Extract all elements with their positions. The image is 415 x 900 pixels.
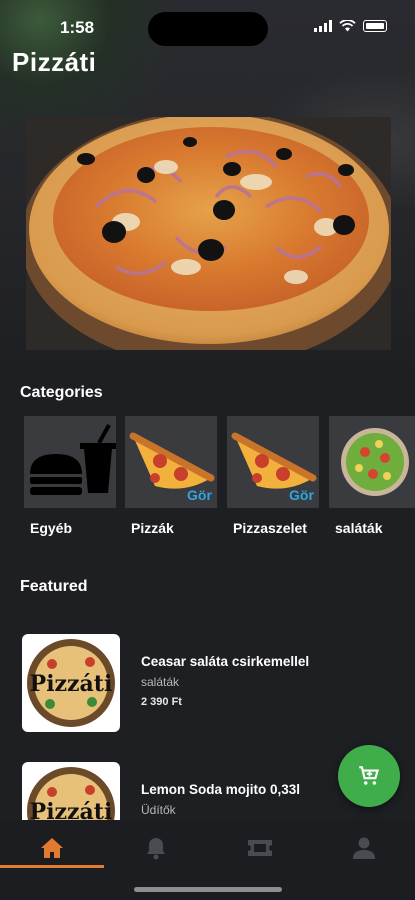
item-category: Üdítők (141, 803, 176, 817)
bottom-tab-bar (0, 820, 415, 900)
logo-text: Pizzáti (30, 671, 113, 697)
signal-icon (314, 20, 332, 32)
featured-item[interactable]: Pizzáti Ceasar saláta csirkemellel salát… (22, 634, 392, 734)
categories-heading: Categories (20, 384, 103, 401)
category-label: Pizzaszelet (233, 520, 307, 536)
tab-home[interactable] (0, 828, 104, 868)
category-tile[interactable] (24, 416, 116, 508)
pizza-slice-icon: Gör (231, 432, 317, 503)
wifi-icon (339, 20, 356, 32)
status-time: 1:58 (60, 18, 95, 37)
bell-icon (147, 838, 165, 860)
home-indicator (134, 887, 282, 892)
home-icon (41, 838, 63, 858)
ticket-icon (248, 840, 272, 856)
battery-icon (363, 20, 387, 32)
svg-text:Gör: Gör (187, 487, 212, 503)
pizza-slice-icon: Gör (129, 432, 215, 503)
svg-text:Gör: Gör (289, 487, 314, 503)
category-label: saláták (335, 520, 383, 536)
item-price: 2 390 Ft (141, 696, 182, 708)
dynamic-island (148, 12, 268, 46)
salad-bowl-icon (341, 428, 409, 496)
status-icons (314, 20, 387, 32)
category-tile[interactable] (329, 416, 415, 508)
categories-list[interactable]: Egyéb Gör Pizzák Gör Pizzaszelet saláták (24, 416, 415, 546)
featured-heading: Featured (20, 578, 88, 595)
active-tab-indicator (0, 865, 104, 868)
item-logo-image: Pizzáti (22, 634, 120, 732)
cart-button[interactable] (338, 745, 400, 807)
status-bar: 1:58 (0, 0, 415, 52)
category-item-pizzaszelet[interactable]: Gör Pizzaszelet (227, 416, 319, 536)
category-tile[interactable]: Gör (227, 416, 319, 508)
item-name: Lemon Soda mojito 0,33l (141, 782, 301, 797)
featured-item[interactable]: Pizzáti Lemon Soda mojito 0,33l Üdítők (22, 762, 392, 820)
hero-pizza-image (26, 117, 391, 350)
category-label: Egyéb (30, 520, 73, 536)
user-icon (353, 837, 375, 859)
item-category: saláták (141, 675, 180, 689)
tab-coupons[interactable] (208, 828, 312, 868)
logo-text: Pizzáti (30, 799, 113, 820)
category-item-pizzak[interactable]: Gör Pizzák (125, 416, 217, 536)
burger-drink-icon (30, 424, 116, 495)
item-name: Ceasar saláta csirkemellel (141, 654, 310, 669)
page-title: Pizzáti (12, 47, 97, 77)
category-label: Pizzák (131, 520, 174, 536)
category-item-egyeb[interactable]: Egyéb (24, 416, 116, 536)
category-tile[interactable]: Gör (125, 416, 217, 508)
item-logo-image: Pizzáti (22, 762, 120, 820)
tab-profile[interactable] (312, 828, 415, 868)
cart-icon (359, 766, 379, 785)
category-item-salatak[interactable]: saláták (329, 416, 415, 536)
tab-notifications[interactable] (104, 828, 208, 868)
